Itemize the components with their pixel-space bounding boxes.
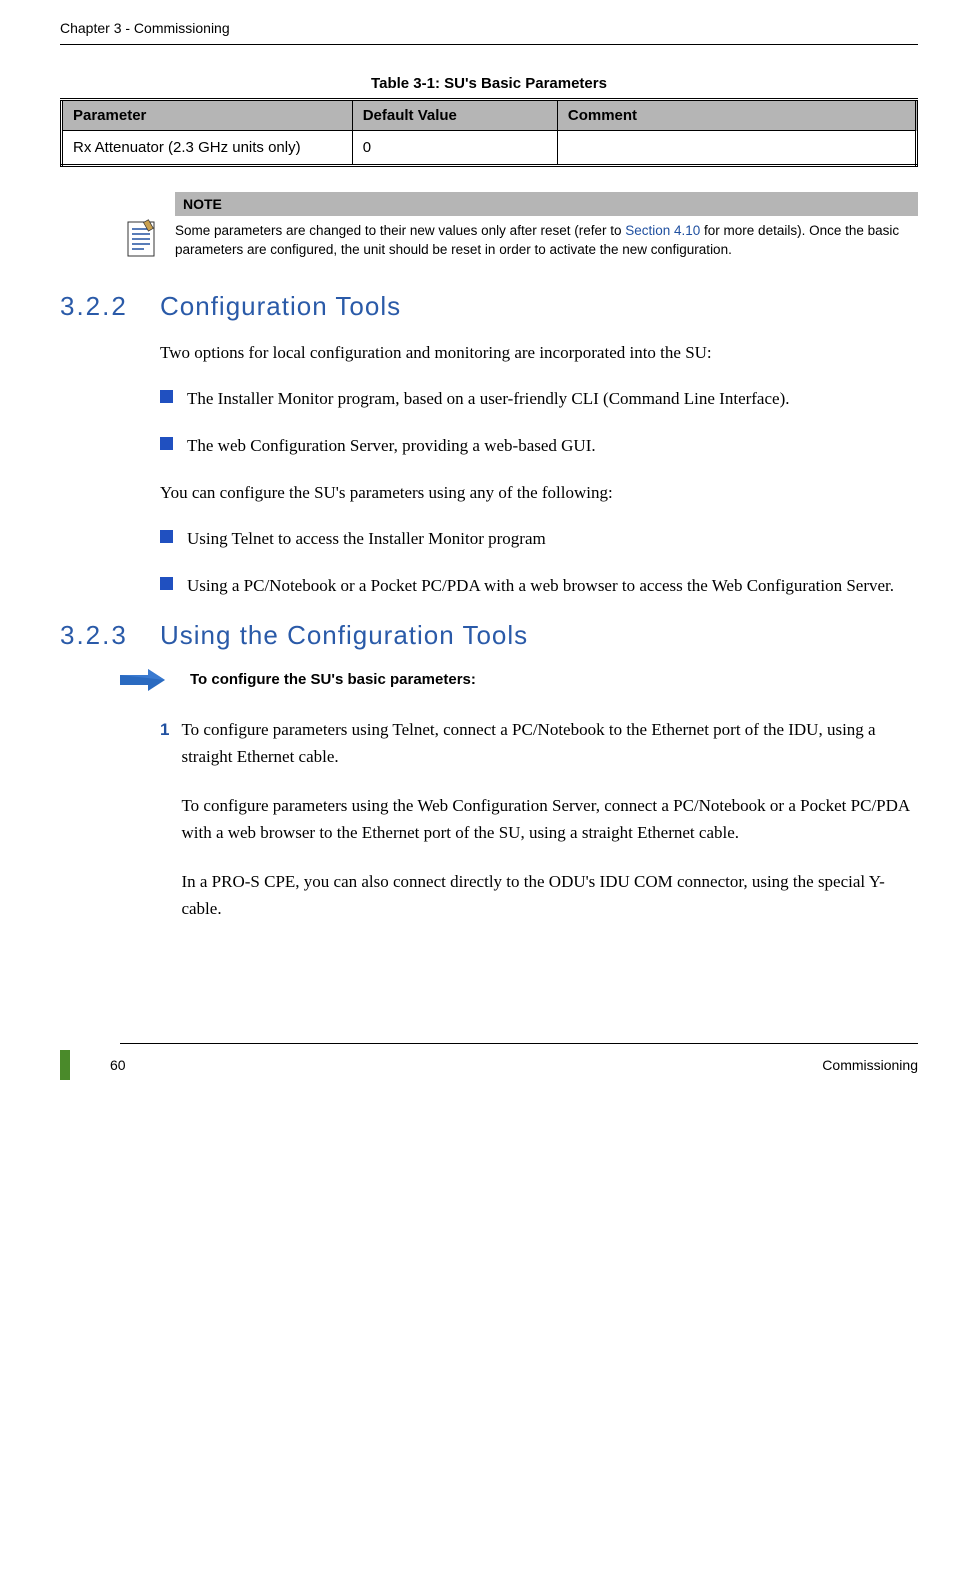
footer-accent-bar <box>60 1050 70 1080</box>
body-paragraph: Two options for local configuration and … <box>160 340 918 366</box>
section-number: 3.2.2 <box>60 291 135 322</box>
note-text: Some parameters are changed to their new… <box>175 216 918 266</box>
cell-comment <box>557 131 916 166</box>
table-caption: Table 3-1: SU's Basic Parameters <box>60 75 918 92</box>
step-paragraph: To configure parameters using Telnet, co… <box>181 716 918 770</box>
step-number: 1 <box>160 716 169 923</box>
section-link[interactable]: Section 4.10 <box>625 223 700 238</box>
section-title: Using the Configuration Tools <box>160 620 528 651</box>
section-title: Configuration Tools <box>160 291 401 322</box>
square-bullet-icon <box>160 530 173 543</box>
table-header-parameter: Parameter <box>62 100 353 131</box>
su-basic-parameters-table: Parameter Default Value Comment Rx Atten… <box>60 98 918 167</box>
step-paragraph: To configure parameters using the Web Co… <box>181 792 918 846</box>
table-header-default: Default Value <box>352 100 557 131</box>
note-label: NOTE <box>175 192 918 216</box>
chapter-label: Chapter 3 - Commissioning <box>60 20 230 36</box>
square-bullet-icon <box>160 437 173 450</box>
page-number: 60 <box>110 1057 126 1073</box>
footer-title: Commissioning <box>822 1057 918 1073</box>
table-row: Rx Attenuator (2.3 GHz units only) 0 <box>62 131 917 166</box>
body-paragraph: You can configure the SU's parameters us… <box>160 480 918 506</box>
procedure-heading: To configure the SU's basic parameters: <box>120 669 918 691</box>
cell-default: 0 <box>352 131 557 166</box>
page-footer: 60 Commissioning <box>60 1043 918 1080</box>
note-block: NOTE Some parameters are changed to thei… <box>120 192 918 266</box>
numbered-step: 1 To configure parameters using Telnet, … <box>160 716 918 923</box>
section-heading-323: 3.2.3 Using the Configuration Tools <box>60 620 918 651</box>
procedure-title: To configure the SU's basic parameters: <box>190 671 476 688</box>
table-header-comment: Comment <box>557 100 916 131</box>
list-item: Using a PC/Notebook or a Pocket PC/PDA w… <box>160 572 918 599</box>
arrow-right-icon <box>120 669 165 691</box>
note-icon <box>120 217 160 262</box>
list-item: Using Telnet to access the Installer Mon… <box>160 525 918 552</box>
square-bullet-icon <box>160 577 173 590</box>
section-number: 3.2.3 <box>60 620 135 651</box>
page-header: Chapter 3 - Commissioning <box>60 20 918 45</box>
cell-parameter: Rx Attenuator (2.3 GHz units only) <box>62 131 353 166</box>
square-bullet-icon <box>160 390 173 403</box>
list-item: The Installer Monitor program, based on … <box>160 385 918 412</box>
step-paragraph: In a PRO-S CPE, you can also connect dir… <box>181 868 918 922</box>
list-item: The web Configuration Server, providing … <box>160 432 918 459</box>
section-heading-322: 3.2.2 Configuration Tools <box>60 291 918 322</box>
